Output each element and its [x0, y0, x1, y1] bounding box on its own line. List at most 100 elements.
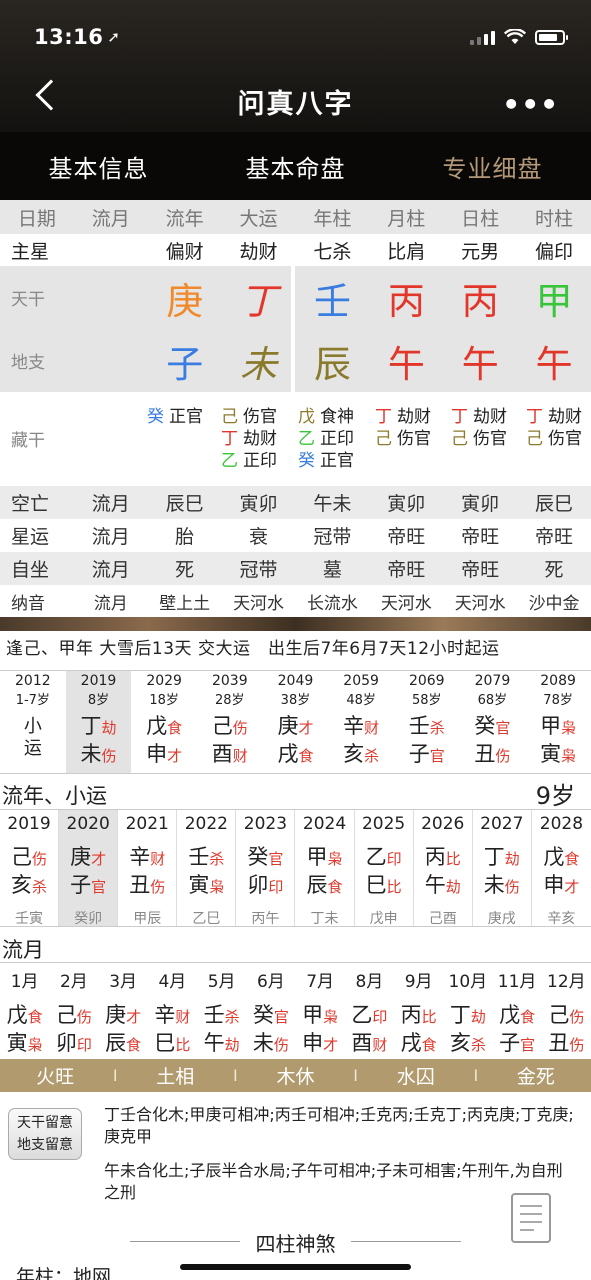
dayun-column[interactable]: 2019 8岁 丁劫 未伤 [65, 671, 132, 773]
shishen-tag: 枭 [327, 850, 343, 868]
tab-basic-info[interactable]: 基本信息 [0, 149, 197, 184]
tab-bar: 基本信息 基本命盘 专业细盘 [0, 132, 591, 200]
xiaoyun-ganzhi: 辛亥 [547, 911, 576, 927]
header-cell: 流月 [91, 207, 130, 230]
dayun-column[interactable]: 2059 48岁 辛财 亥杀 [328, 671, 394, 773]
nayin-cell: 沙中金 [528, 593, 580, 614]
dayun-zhi: 丑 [474, 742, 496, 766]
dayun-year: 2079 [474, 673, 511, 689]
liunian-gan: 丁 [483, 845, 505, 869]
liunian-column[interactable]: 2020 庚才 子官 癸卯 [59, 810, 119, 927]
tiangan-cell: 丁 [240, 279, 278, 323]
tiangan-cell: 甲 [535, 279, 573, 323]
shishen-tag: 劫 [470, 1008, 486, 1026]
nayin-cell: 天河水 [380, 593, 432, 614]
liuyue-column[interactable]: 7月 甲枭 申才 [296, 963, 345, 1058]
liuyue-column[interactable]: 5月 壬杀 午劫 [197, 963, 246, 1058]
liunian-year: 2024 [302, 814, 347, 834]
liunian-zhi: 卯 [247, 873, 269, 897]
liunian-gan: 乙 [365, 845, 387, 869]
dayun-column[interactable]: 2039 28岁 己伤 酉财 [197, 671, 263, 773]
kongwang-cell: 辰巳 [165, 493, 204, 515]
liuyue-gan: 庚 [105, 1003, 127, 1027]
dayun-column[interactable]: 2089 78岁 甲枭 寅枭 [525, 671, 591, 773]
shishen-tag: 官 [91, 878, 107, 896]
liuyue-column[interactable]: 3月 庚才 辰食 [99, 963, 148, 1058]
shishen-tag: 劫 [224, 1036, 240, 1054]
month-label: 5月 [207, 972, 236, 992]
liunian-column[interactable]: 2019 己伤 亥杀 壬寅 [0, 810, 60, 927]
liuyue-column[interactable]: 4月 辛财 巳比 [148, 963, 197, 1058]
kongwang-row: 空亡 流月 辰巳 寅卯 午未 寅卯 寅卯 辰巳 [0, 486, 591, 519]
kongwang-cell: 寅卯 [387, 493, 426, 515]
hidden-stems-dayun: 己伤官 丁劫财 乙正印 [221, 407, 277, 471]
liunian-year: 2019 [7, 814, 51, 834]
liunian-column[interactable]: 2023 癸官 卯印 丙午 [236, 810, 296, 927]
dayun-column[interactable]: 2029 18岁 戊食 申才 [131, 671, 197, 773]
liuyue-column[interactable]: 11月 戊食 子官 [493, 963, 542, 1058]
dizhi-cell: 未 [240, 342, 278, 386]
liunian-column[interactable]: 2022 壬杀 寅枭 乙巳 [177, 810, 237, 927]
xiaoyun-ganzhi: 丁未 [310, 911, 339, 927]
liuyue-column[interactable]: 9月 丙比 戌食 [394, 963, 443, 1058]
nayin-cell: 天河水 [454, 593, 506, 614]
header-cell: 大运 [239, 207, 278, 230]
liunian-row: 2019 己伤 亥杀 壬寅 2020 庚才 子官 癸卯 2021 辛财 丑伤 甲辰 2022 壬杀寅… [0, 809, 591, 927]
main-star-cell: 劫财 [239, 240, 278, 263]
header-cell: 日柱 [461, 207, 500, 230]
tab-basic-chart[interactable]: 基本命盘 [197, 149, 394, 184]
tab-professional-chart[interactable]: 专业细盘 [394, 149, 591, 184]
dayun-gan: 壬 [408, 714, 430, 738]
liuyue-column[interactable]: 10月 丁劫 亥杀 [443, 963, 492, 1058]
liuyue-zhi: 巳 [154, 1031, 176, 1055]
main-star-cell: 偏印 [535, 240, 574, 263]
section-divider [0, 617, 591, 631]
liunian-column[interactable]: 2025 乙印 巳比 戊申 [355, 810, 414, 927]
row-label: 主星 [11, 240, 50, 263]
dayun-age: 58岁 [411, 693, 442, 708]
dayun-age: 18岁 [149, 693, 179, 708]
shishen-tag: 食 [520, 1008, 536, 1026]
liuyue-zhi: 子 [499, 1031, 521, 1055]
liuyue-column[interactable]: 2月 己伤 卯印 [49, 963, 98, 1058]
liuyue-column[interactable]: 1月 戊食 寅枭 [0, 963, 49, 1058]
liunian-column[interactable]: 2024 甲枭 辰食 丁未 [295, 810, 355, 927]
xiaoyun-ganzhi: 癸卯 [74, 911, 103, 927]
liunian-year: 2025 [361, 814, 406, 834]
dayun-column[interactable]: 2049 38岁 庚才 戌食 [263, 671, 329, 773]
liuyue-column[interactable]: 12月 己伤 丑伤 [542, 963, 591, 1058]
dayun-year: 2049 [277, 673, 314, 689]
liunian-column[interactable]: 2027 丁劫 未伤 庚戌 [473, 810, 532, 927]
shishen-tag: 才 [167, 747, 183, 765]
shishen-tag: 财 [232, 747, 248, 765]
dayun-row: 2012 1-7岁 小运 2019 8岁 丁劫 未伤 2029 18岁 戊食 申才 … [0, 670, 591, 774]
xingyun-cell: 衰 [249, 526, 269, 548]
shishen-tag: 官 [495, 719, 511, 737]
kongwang-cell: 寅卯 [461, 493, 500, 515]
liuyue-column[interactable]: 6月 癸官 未伤 [246, 963, 295, 1058]
dayun-zhi: 申 [146, 742, 168, 766]
tiangan-cell: 丙 [461, 279, 499, 323]
header-cell: 流年 [165, 207, 204, 230]
liunian-column[interactable]: 2028 戊食 申才 辛亥 [532, 810, 591, 927]
liunian-column[interactable]: 2026 丙比 午劫 己酉 [414, 810, 473, 927]
dayun-age: 1-7岁 [15, 693, 50, 708]
liunian-gan: 壬 [188, 845, 210, 869]
dayun-xiaoyun[interactable]: 2012 1-7岁 小运 [0, 671, 66, 773]
attention-button[interactable]: 天干留意 地支留意 [8, 1108, 82, 1160]
shishen-tag: 财 [150, 850, 166, 868]
more-dots-icon[interactable]: ••• [502, 88, 559, 121]
liuyue-column[interactable]: 8月 乙印 酉财 [345, 963, 394, 1058]
dayun-column[interactable]: 2069 58岁 壬杀 子官 [394, 671, 460, 773]
status-bar: 13:16 ➚ [34, 22, 568, 52]
shishen-tag: 官 [273, 1008, 289, 1026]
liunian-zhi: 申 [543, 873, 565, 897]
shishen-tag: 伤 [32, 850, 48, 868]
liuyue-zhi: 未 [252, 1031, 274, 1055]
shishen-tag: 伤 [232, 719, 248, 737]
zizuo-cell: 帝旺 [387, 559, 426, 581]
liunian-column[interactable]: 2021 辛财 丑伤 甲辰 [118, 810, 178, 927]
dayun-column[interactable]: 2079 68岁 癸官 丑伤 [460, 671, 526, 773]
xingyun-cell: 胎 [175, 526, 195, 548]
xingyun-cell: 冠带 [313, 526, 352, 548]
